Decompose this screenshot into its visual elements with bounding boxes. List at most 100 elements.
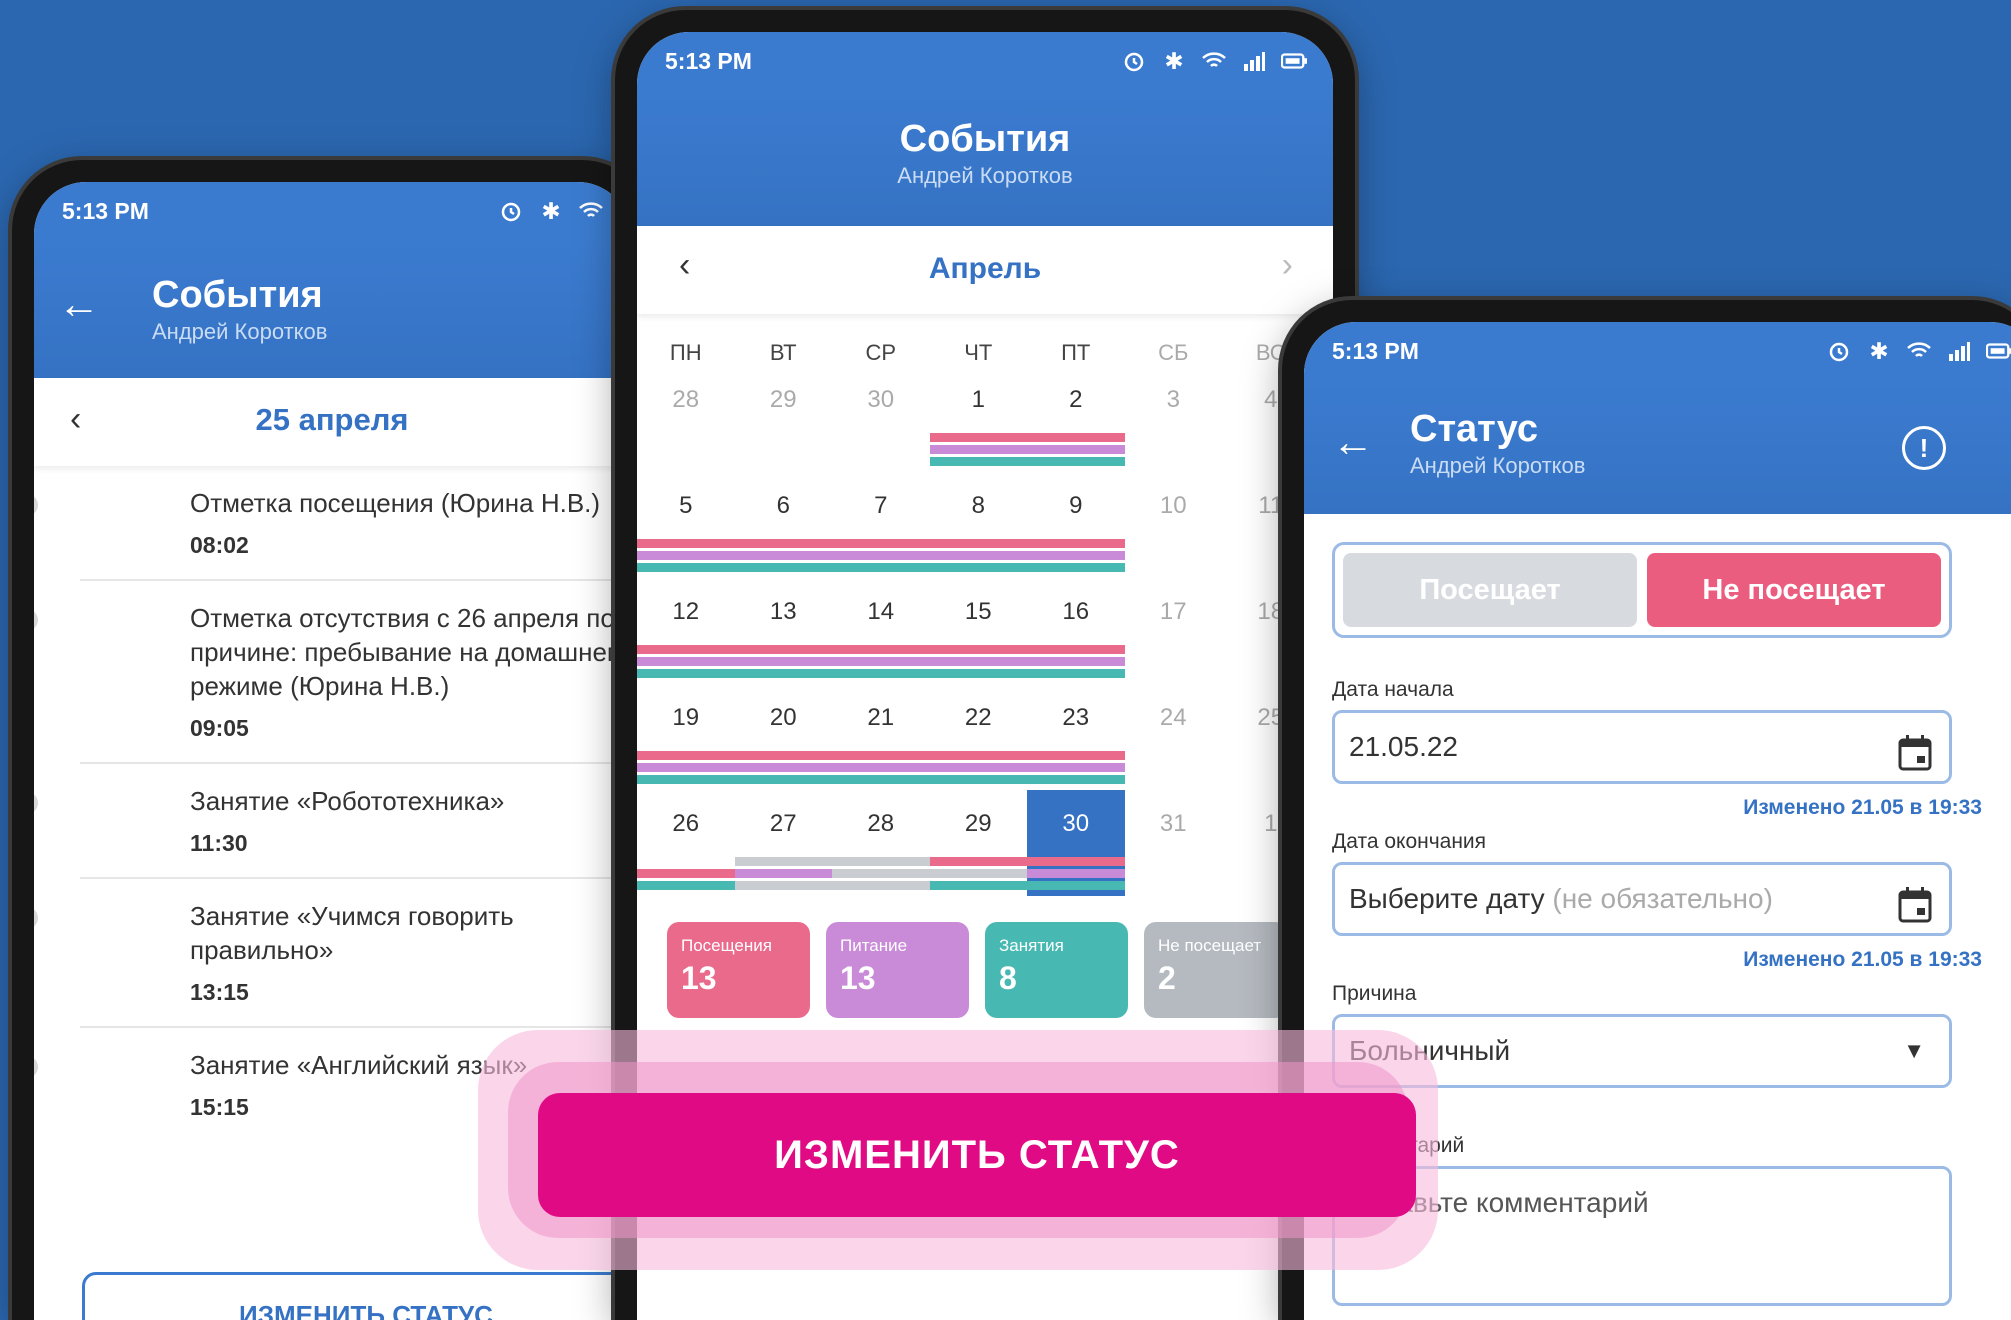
stat-label: Питание	[840, 936, 908, 955]
calendar-day[interactable]: 31	[1125, 790, 1223, 896]
event-title: Занятие «Робототехника»	[190, 786, 505, 816]
calendar-day[interactable]: 5	[637, 472, 735, 578]
event-bar	[1027, 775, 1125, 784]
event-bars	[1027, 430, 1125, 466]
calendar-day[interactable]: 1	[929, 366, 1027, 472]
status-icons: ✱	[1121, 32, 1307, 90]
event-bars	[637, 642, 735, 678]
stat-card-classes[interactable]: Занятия 8	[985, 922, 1128, 1018]
calendar-day[interactable]: 23	[1027, 684, 1125, 790]
day-number: 10	[1159, 492, 1187, 519]
stat-card-meals[interactable]: Питание 13	[826, 922, 969, 1018]
calendar-day[interactable]: 7	[832, 472, 930, 578]
wifi-icon	[1906, 338, 1932, 364]
not-attends-option[interactable]: Не посещает	[1647, 553, 1941, 627]
stat-label: Не посещает	[1158, 936, 1262, 955]
calendar-day[interactable]: 20	[734, 684, 832, 790]
stat-value: 2	[1158, 960, 1176, 996]
calendar-icon[interactable]	[1897, 881, 1933, 949]
calendar-day[interactable]: 13	[734, 578, 832, 684]
calendar-day[interactable]: 28	[832, 790, 930, 896]
event-bar	[929, 857, 1027, 866]
event-bar	[832, 645, 930, 654]
calendar-day[interactable]: 21	[832, 684, 930, 790]
event-bars	[1027, 748, 1125, 784]
status-bar: 5:13 PM ✱	[34, 182, 630, 240]
event-title: Занятие «Учимся говорить правильно»	[190, 901, 514, 965]
date-nav: ‹ 25 апреля	[34, 378, 630, 466]
event-bars	[734, 642, 832, 678]
calendar-day[interactable]: 17	[1125, 578, 1223, 684]
back-arrow-icon[interactable]: ←	[1332, 418, 1374, 466]
calendar-day[interactable]: 30	[832, 366, 930, 472]
back-arrow-icon[interactable]: ←	[58, 280, 100, 328]
calendar-day[interactable]: 22	[929, 684, 1027, 790]
chevron-right-icon[interactable]: ›	[1282, 246, 1293, 285]
calendar-day[interactable]: 19	[637, 684, 735, 790]
calendar-week: 5 6 7 8 9 10 11	[637, 472, 1333, 578]
bluetooth-icon: ✱	[1164, 47, 1184, 74]
event-bar	[929, 563, 1027, 572]
change-status-button[interactable]: ИЗМЕНИТЬ СТАТУС	[538, 1093, 1416, 1217]
stat-card-absent[interactable]: Не посещает 2	[1144, 922, 1287, 1018]
event-bars	[1027, 536, 1125, 572]
event-bar	[832, 751, 930, 760]
weekday-label: ПН	[669, 340, 702, 365]
calendar-icon[interactable]	[1897, 729, 1933, 797]
calendar-day[interactable]: 26	[637, 790, 735, 896]
day-number: 27	[769, 810, 797, 837]
event-bar	[637, 669, 735, 678]
event-bar	[929, 551, 1027, 560]
list-item[interactable]: Занятие «Робототехника» 11:30	[34, 764, 630, 879]
start-date-value: 21.05.22	[1349, 731, 1458, 762]
end-date-field[interactable]: Выберите дату (не обязательно)	[1332, 862, 1952, 936]
event-bars	[734, 536, 832, 572]
calendar-day[interactable]: 28	[637, 366, 735, 472]
calendar-day[interactable]: 16	[1027, 578, 1125, 684]
calendar-day[interactable]: 8	[929, 472, 1027, 578]
calendar-day[interactable]: 10	[1125, 472, 1223, 578]
calendar-day[interactable]: 6	[734, 472, 832, 578]
event-bar	[1027, 857, 1125, 866]
start-date-field[interactable]: 21.05.22	[1332, 710, 1952, 784]
stat-value: 8	[999, 960, 1017, 996]
day-number: 5	[679, 492, 693, 519]
change-status-outline-button[interactable]: ИЗМЕНИТЬ СТАТУС	[82, 1272, 630, 1320]
event-bars	[1027, 642, 1125, 678]
list-item[interactable]: Занятие «Учимся говорить правильно» 13:1…	[34, 879, 630, 1028]
status-bar: 5:13 PM ✱	[637, 32, 1333, 90]
event-bar	[734, 869, 832, 878]
event-title: Отметка посещения (Юрина Н.В.)	[190, 488, 601, 518]
event-dot-icon	[34, 792, 38, 814]
event-bar	[734, 657, 832, 666]
calendar-day[interactable]: 3	[1125, 366, 1223, 472]
stat-card-visits[interactable]: Посещения 13	[667, 922, 810, 1018]
event-bars	[1027, 854, 1125, 890]
day-number: 21	[867, 704, 895, 731]
event-bar	[832, 881, 930, 890]
event-dot-icon	[34, 1056, 38, 1078]
event-bar	[832, 539, 930, 548]
calendar-day[interactable]: 27	[734, 790, 832, 896]
calendar-day[interactable]: 29	[929, 790, 1027, 896]
day-number: 1	[971, 386, 985, 413]
event-bar	[734, 763, 832, 772]
calendar-day[interactable]: 30	[1027, 790, 1125, 896]
calendar-day[interactable]: 2	[1027, 366, 1125, 472]
calendar-day[interactable]: 29	[735, 366, 833, 472]
calendar-day[interactable]: 9	[1027, 472, 1125, 578]
event-bar	[929, 669, 1027, 678]
info-icon[interactable]: !	[1902, 426, 1946, 470]
attends-option[interactable]: Посещает	[1343, 553, 1637, 627]
status-time: 5:13 PM	[62, 197, 149, 224]
event-bar	[1027, 445, 1125, 454]
calendar-day[interactable]: 24	[1125, 684, 1223, 790]
list-item[interactable]: Отметка отсутствия с 26 апреля по причин…	[34, 581, 630, 764]
calendar-day[interactable]: 15	[929, 578, 1027, 684]
list-item[interactable]: Отметка посещения (Юрина Н.В.) 08:02	[34, 466, 630, 581]
calendar-day[interactable]: 12	[637, 578, 735, 684]
stat-value: 13	[681, 960, 717, 996]
calendar-day[interactable]: 14	[832, 578, 930, 684]
event-bar	[832, 763, 930, 772]
bluetooth-icon: ✱	[541, 197, 561, 224]
